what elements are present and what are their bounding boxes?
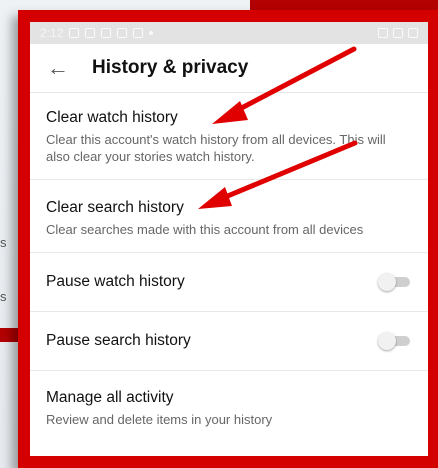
- pause-search-history-toggle[interactable]: [378, 331, 412, 351]
- mail-icon: [101, 28, 112, 38]
- notification-icon: [69, 28, 80, 38]
- page-title: History & privacy: [92, 57, 249, 78]
- arrow-left-icon: ←: [47, 55, 69, 80]
- item-title: Clear watch history: [46, 109, 178, 126]
- back-button[interactable]: ←: [38, 48, 78, 88]
- mail-icon: [117, 28, 128, 38]
- item-title: Pause watch history: [46, 273, 185, 290]
- item-title: Manage all activity: [46, 389, 174, 406]
- manage-all-activity-item[interactable]: Manage all activity Review and delete it…: [30, 371, 428, 442]
- background-text-fragment: s: [0, 289, 7, 304]
- pause-watch-history-toggle[interactable]: [378, 272, 412, 292]
- signal-icon: [393, 28, 403, 38]
- battery-icon: [408, 28, 418, 38]
- more-notifications-icon: [149, 31, 154, 35]
- wifi-icon: [378, 28, 388, 38]
- item-subtitle: Clear searches made with this account fr…: [46, 222, 364, 237]
- notification-icon: [85, 28, 96, 38]
- item-subtitle: Clear this account's watch history from …: [46, 132, 386, 164]
- item-title: Pause search history: [46, 332, 191, 349]
- image-icon: [133, 28, 144, 38]
- app-bar: ← History & privacy: [30, 44, 428, 93]
- pause-watch-history-item[interactable]: Pause watch history: [30, 253, 428, 312]
- status-bar: 2:12: [30, 22, 428, 44]
- background-text-fragment: s: [0, 235, 7, 250]
- clear-search-history-item[interactable]: Clear search history Clear searches made…: [30, 180, 428, 253]
- clear-watch-history-item[interactable]: Clear watch history Clear this account's…: [30, 93, 428, 180]
- phone-screenshot: 2:12 ← History & privacy Clear watch his…: [18, 10, 438, 468]
- item-subtitle: Review and delete items in your history: [46, 412, 273, 427]
- status-time: 2:12: [40, 26, 64, 40]
- pause-search-history-item[interactable]: Pause search history: [30, 312, 428, 371]
- item-title: Clear search history: [46, 199, 184, 216]
